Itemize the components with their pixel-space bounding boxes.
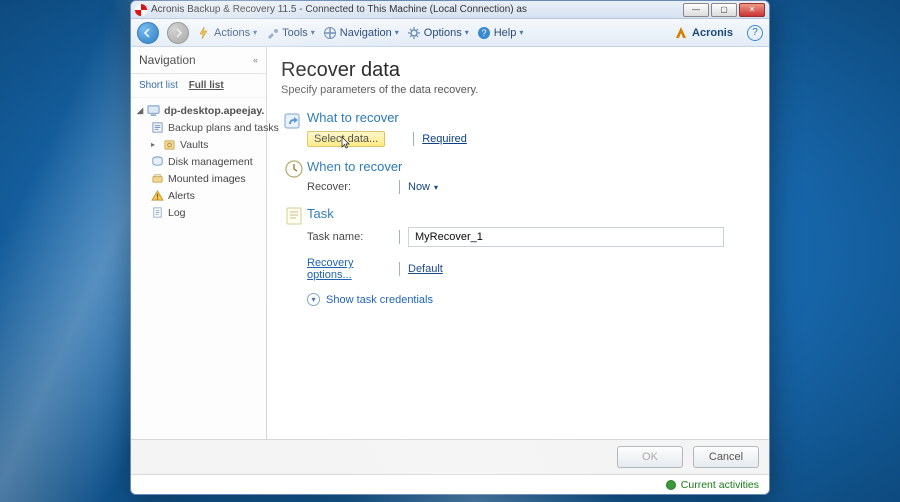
vault-icon [163,138,176,151]
sidebar-title: Navigation [139,53,196,67]
window-title: Acronis Backup & Recovery 11.5 - Connect… [151,4,683,15]
sidebar-header: Navigation « [131,47,266,74]
disclosure-icon[interactable]: ▸ [151,140,159,149]
forward-button[interactable] [167,22,189,44]
app-icon [135,4,147,16]
close-button[interactable]: ✕ [739,3,765,17]
task-icon [285,206,303,226]
navigation-icon [323,26,337,40]
help-icon: ? [477,26,491,40]
sidebar: Navigation « Short list Full list ◢ dp-d… [131,47,267,439]
toolbar: Actions▾ Tools▾ Navigation▾ Options▾ ? H… [131,19,769,47]
section-task: Task Task name: Recovery options... Defa… [281,204,751,306]
brand-logo-icon [674,26,688,40]
tree-item-disk-mgmt[interactable]: Disk management [133,153,264,170]
sidebar-list-tabs: Short list Full list [131,74,266,98]
maximize-button[interactable]: ▢ [711,3,737,17]
tree-item-label: Disk management [168,156,253,168]
recover-value: Now [408,181,430,193]
default-link[interactable]: Default [408,263,443,275]
menu-tools-label: Tools [282,27,308,39]
menu-navigation-label: Navigation [340,27,392,39]
footer: OK Cancel [131,439,769,474]
collapse-icon[interactable]: « [253,55,258,65]
app-window: Acronis Backup & Recovery 11.5 - Connect… [130,0,770,495]
mounted-icon [151,172,164,185]
menu-options-label: Options [424,27,462,39]
tree-item-label: Mounted images [168,173,246,185]
plans-icon [151,121,164,134]
menu-navigation[interactable]: Navigation▾ [323,26,399,40]
tools-icon [265,26,279,40]
section-when: When to recover Recover: Now ▾ [281,157,751,198]
section-task-title: Task [307,206,751,221]
tab-full-list[interactable]: Full list [189,80,224,91]
tree-root[interactable]: ◢ dp-desktop.apeejay.stya.com [133,102,264,119]
tree-item-mounted[interactable]: Mounted images [133,170,264,187]
main-panel: Recover data Specify parameters of the d… [267,47,769,439]
required-link[interactable]: Required [422,133,467,145]
tree-item-label: Log [168,207,186,219]
gear-icon [407,26,421,40]
section-what-title: What to recover [307,110,751,125]
recovery-options-link[interactable]: Recovery options... [307,257,391,281]
status-indicator-icon [666,480,676,490]
title-bar: Acronis Backup & Recovery 11.5 - Connect… [131,1,769,19]
lightning-icon [197,26,211,40]
tree-item-label: Alerts [168,190,195,202]
body: Navigation « Short list Full list ◢ dp-d… [131,47,769,439]
menu-tools[interactable]: Tools▾ [265,26,315,40]
taskname-input[interactable] [408,227,724,247]
status-text[interactable]: Current activities [681,479,759,491]
chevron-down-icon: ▾ [307,293,320,306]
ok-button[interactable]: OK [617,446,683,468]
log-icon [151,206,164,219]
window-controls: — ▢ ✕ [683,3,765,17]
page-title: Recover data [281,59,751,82]
brand: Acronis [674,26,733,40]
back-button[interactable] [137,22,159,44]
brand-label: Acronis [692,27,733,39]
menu-options[interactable]: Options▾ [407,26,469,40]
tree-item-log[interactable]: Log [133,204,264,221]
section-when-title: When to recover [307,159,751,174]
minimize-button[interactable]: — [683,3,709,17]
tab-short-list[interactable]: Short list [139,80,178,91]
chevron-down-icon: ▾ [434,183,438,192]
tree-root-label: dp-desktop.apeejay.stya.com [164,105,264,117]
cancel-button[interactable]: Cancel [693,446,759,468]
page-subtitle: Specify parameters of the data recovery. [281,84,751,96]
menu-help[interactable]: ? Help▾ [477,26,524,40]
tree-item-backup-plans[interactable]: Backup plans and tasks [133,119,264,136]
tree-item-label: Vaults [180,139,208,151]
computer-icon [147,104,160,117]
status-bar: Current activities [131,474,769,494]
recover-dropdown[interactable]: Now ▾ [408,181,438,193]
alert-icon [151,189,164,202]
tree-item-label: Backup plans and tasks [168,122,279,134]
recover-label: Recover: [307,181,391,193]
disclosure-icon[interactable]: ◢ [137,106,143,115]
nav-tree: ◢ dp-desktop.apeejay.stya.com Backup pla… [131,98,266,225]
menu-actions[interactable]: Actions▾ [197,26,257,40]
help-button[interactable]: ? [747,25,763,41]
cursor-icon [338,135,354,151]
show-credentials-label: Show task credentials [326,294,433,306]
section-what: What to recover Select data... Required [281,108,751,151]
menu-actions-label: Actions [214,27,250,39]
tree-item-vaults[interactable]: ▸ Vaults [133,136,264,153]
tree-item-alerts[interactable]: Alerts [133,187,264,204]
recover-icon [283,110,305,132]
clock-icon [284,159,304,179]
svg-text:?: ? [481,28,486,38]
select-data-button[interactable]: Select data... [307,131,385,147]
show-credentials-toggle[interactable]: ▾ Show task credentials [307,293,751,306]
disk-icon [151,155,164,168]
menu-help-label: Help [494,27,517,39]
taskname-label: Task name: [307,231,391,243]
